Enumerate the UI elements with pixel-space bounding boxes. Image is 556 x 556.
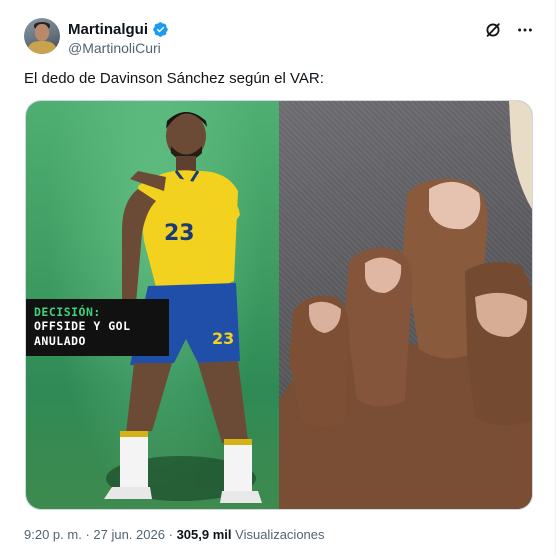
decision-line-2: ANULADO bbox=[34, 334, 86, 348]
tweet-date[interactable]: 27 jun. 2026 bbox=[93, 527, 165, 542]
header-actions bbox=[483, 20, 535, 40]
separator: · bbox=[85, 527, 90, 542]
decision-title: DECISIÓN: bbox=[34, 305, 101, 319]
toes-photo[interactable] bbox=[279, 101, 532, 509]
avatar-shirt bbox=[28, 41, 56, 54]
jersey-number: 23 bbox=[164, 221, 195, 246]
author-names: Martinalgui @MartinoliCuri bbox=[68, 20, 169, 56]
tweet-header: Martinalgui @MartinoliCuri bbox=[24, 16, 535, 58]
decision-line-1: OFFSIDE Y GOL bbox=[34, 319, 131, 333]
avatar-face bbox=[35, 24, 49, 41]
var-decision-overlay: DECISIÓN: OFFSIDE Y GOL ANULADO bbox=[26, 299, 169, 356]
grok-icon[interactable] bbox=[483, 20, 503, 40]
verified-badge-icon bbox=[152, 21, 169, 38]
shorts-number: 23 bbox=[212, 329, 235, 348]
avatar[interactable] bbox=[24, 18, 60, 54]
toes-figure bbox=[279, 101, 532, 509]
tweet-text: El dedo de Davinson Sánchez según el VAR… bbox=[24, 70, 324, 87]
more-icon[interactable] bbox=[515, 20, 535, 40]
author-handle[interactable]: @MartinoliCuri bbox=[68, 40, 169, 56]
tweet-media[interactable]: 23 23 DECISIÓN: OFFSIDE Y GOL ANULADO bbox=[25, 100, 533, 510]
views-count: 305,9 mil bbox=[176, 527, 232, 542]
tweet-time[interactable]: 9:20 p. m. bbox=[24, 527, 82, 542]
display-name[interactable]: Martinalgui bbox=[68, 21, 148, 38]
views-label: Visualizaciones bbox=[235, 527, 325, 542]
tweet-metadata: 9:20 p. m. · 27 jun. 2026 · 305,9 mil Vi… bbox=[24, 527, 325, 542]
var-player-image[interactable]: 23 23 DECISIÓN: OFFSIDE Y GOL ANULADO bbox=[26, 101, 279, 509]
display-name-row: Martinalgui bbox=[68, 20, 169, 38]
tweet-card: Martinalgui @MartinoliCuri El dedo de Da… bbox=[0, 0, 556, 556]
separator: · bbox=[168, 527, 173, 542]
